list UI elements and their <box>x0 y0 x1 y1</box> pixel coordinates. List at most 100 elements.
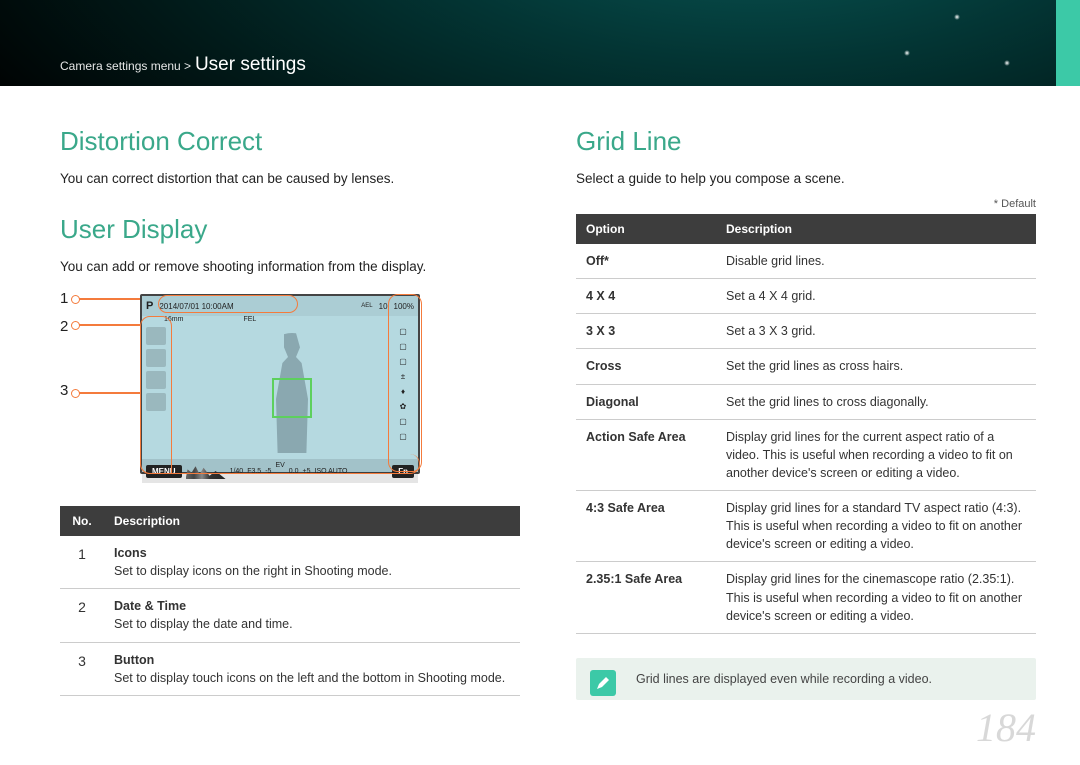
camera-lcd-mock: P 2014/07/01 10:00AM AEL 10 100% 16mm FE… <box>140 294 420 474</box>
lcd-left-icon-column <box>146 327 168 411</box>
lcd-aperture: F3.5 <box>247 468 261 475</box>
default-note: * Default <box>576 198 1036 210</box>
status-icon: ♦ <box>392 387 414 399</box>
right-column: Grid Line Select a guide to help you com… <box>576 126 1036 700</box>
table-row: DiagonalSet the grid lines to cross diag… <box>576 384 1036 419</box>
cell-desc: Button Set to display touch icons on the… <box>104 642 520 695</box>
lcd-top-bar: P 2014/07/01 10:00AM AEL 10 100% <box>142 296 418 316</box>
status-icon: ± <box>392 372 414 384</box>
breadcrumb-current: User settings <box>195 54 306 75</box>
section-title-gridline: Grid Line <box>576 126 1036 157</box>
lcd-lens: 16mm <box>164 316 183 323</box>
note-callout: Grid lines are displayed even while reco… <box>576 658 1036 700</box>
histogram-icon <box>186 463 226 479</box>
th-no: No. <box>60 506 104 536</box>
th-desc: Description <box>104 506 520 536</box>
cell-desc: Disable grid lines. <box>716 244 1036 279</box>
th-description: Description <box>716 214 1036 244</box>
note-text: Grid lines are displayed even while reco… <box>636 672 932 686</box>
mode-indicator: P <box>146 300 153 312</box>
status-icon: ▢ <box>392 417 414 429</box>
cell-opt: Action Safe Area <box>576 419 716 490</box>
status-icon: ▢ <box>392 432 414 444</box>
row-title: Button <box>114 651 510 669</box>
touch-icon <box>146 327 166 345</box>
cell-opt: 4 X 4 <box>576 279 716 314</box>
user-display-table: No. Description 1 Icons Set to display i… <box>60 506 520 696</box>
sparkle-icon <box>1004 60 1010 66</box>
page-number: 184 <box>976 704 1036 751</box>
pen-note-icon <box>590 670 616 696</box>
lcd-right-icon-column: ▢ ▢ ▢ ± ♦ ✿ ▢ ▢ <box>392 327 414 444</box>
lcd-ael: AEL <box>361 303 372 309</box>
cell-opt: Off* <box>576 244 716 279</box>
lcd-ev-mid: 0.0 <box>289 468 299 475</box>
section-intro-gridline: Select a guide to help you compose a sce… <box>576 171 1036 186</box>
cell-desc: Set a 4 X 4 grid. <box>716 279 1036 314</box>
header-accent-bar <box>1056 0 1080 86</box>
cell-opt: Cross <box>576 349 716 384</box>
sparkle-icon <box>954 14 960 20</box>
table-row: 4 X 4Set a 4 X 4 grid. <box>576 279 1036 314</box>
th-option: Option <box>576 214 716 244</box>
cell-desc: Icons Set to display icons on the right … <box>104 536 520 589</box>
left-column: Distortion Correct You can correct disto… <box>60 126 520 700</box>
lcd-shot-count: 10 <box>379 302 388 311</box>
lcd-shutter: 1/40 <box>230 468 244 475</box>
page-header: Camera settings menu > User settings <box>0 0 1080 86</box>
header-curve-decoration <box>856 0 1056 86</box>
row-desc: Set to display icons on the right in Sho… <box>114 564 392 578</box>
status-icon: ✿ <box>392 402 414 414</box>
focus-box-icon <box>272 378 312 418</box>
section-title-user-display: User Display <box>60 214 520 245</box>
sparkle-icon <box>904 50 910 56</box>
row-desc: Set to display touch icons on the left a… <box>114 671 505 685</box>
leader-line <box>76 392 140 394</box>
cell-opt: 2.35:1 Safe Area <box>576 562 716 633</box>
status-icon: ▢ <box>392 327 414 339</box>
touch-icon <box>146 393 166 411</box>
cell-no: 2 <box>60 589 104 642</box>
lcd-bottom-bar: MENU 1/40 F3.5 -5 EV 0.0 +5 ISO AUTO Fn <box>142 459 418 483</box>
lcd-ev-hi: +5 <box>303 468 311 475</box>
gridline-table: Option Description Off*Disable grid line… <box>576 214 1036 634</box>
table-row: Action Safe AreaDisplay grid lines for t… <box>576 419 1036 490</box>
cell-opt: 3 X 3 <box>576 314 716 349</box>
leader-line <box>76 324 140 326</box>
page-content: Distortion Correct You can correct disto… <box>0 86 1080 700</box>
lcd-illustration: 1 2 3 P 2014/07/01 10:00AM AEL 10 100% 1… <box>60 286 520 486</box>
lcd-preview: ▢ ▢ ▢ ± ♦ ✿ ▢ ▢ <box>142 323 418 459</box>
leader-line <box>76 298 140 300</box>
table-row: 3 X 3Set a 3 X 3 grid. <box>576 314 1036 349</box>
cell-no: 1 <box>60 536 104 589</box>
fn-button-label: Fn <box>392 465 414 478</box>
table-row: 2 Date & Time Set to display the date an… <box>60 589 520 642</box>
table-row: 4:3 Safe AreaDisplay grid lines for a st… <box>576 491 1036 562</box>
cell-desc: Set the grid lines to cross diagonally. <box>716 384 1036 419</box>
breadcrumb-path: Camera settings menu > <box>60 59 191 73</box>
table-row: 3 Button Set to display touch icons on t… <box>60 642 520 695</box>
section-title-distortion: Distortion Correct <box>60 126 520 157</box>
touch-icon <box>146 371 166 389</box>
cell-desc: Display grid lines for the current aspec… <box>716 419 1036 490</box>
cell-desc: Display grid lines for the cinemascope r… <box>716 562 1036 633</box>
lcd-ev-label: EV <box>275 462 284 469</box>
cell-desc: Set the grid lines as cross hairs. <box>716 349 1036 384</box>
touch-icon <box>146 349 166 367</box>
status-icon: ▢ <box>392 342 414 354</box>
cell-desc: Set a 3 X 3 grid. <box>716 314 1036 349</box>
cell-desc: Date & Time Set to display the date and … <box>104 589 520 642</box>
table-row: Off*Disable grid lines. <box>576 244 1036 279</box>
lcd-battery: 100% <box>394 302 414 311</box>
table-row: 2.35:1 Safe AreaDisplay grid lines for t… <box>576 562 1036 633</box>
status-icon: ▢ <box>392 357 414 369</box>
lcd-fel: FEL <box>243 316 256 323</box>
table-row: CrossSet the grid lines as cross hairs. <box>576 349 1036 384</box>
lcd-iso: ISO AUTO <box>315 468 348 475</box>
cell-no: 3 <box>60 642 104 695</box>
section-intro-user-display: You can add or remove shooting informati… <box>60 259 520 274</box>
lcd-datetime: 2014/07/01 10:00AM <box>159 302 233 311</box>
table-row: 1 Icons Set to display icons on the righ… <box>60 536 520 589</box>
cell-opt: 4:3 Safe Area <box>576 491 716 562</box>
row-title: Date & Time <box>114 597 510 615</box>
